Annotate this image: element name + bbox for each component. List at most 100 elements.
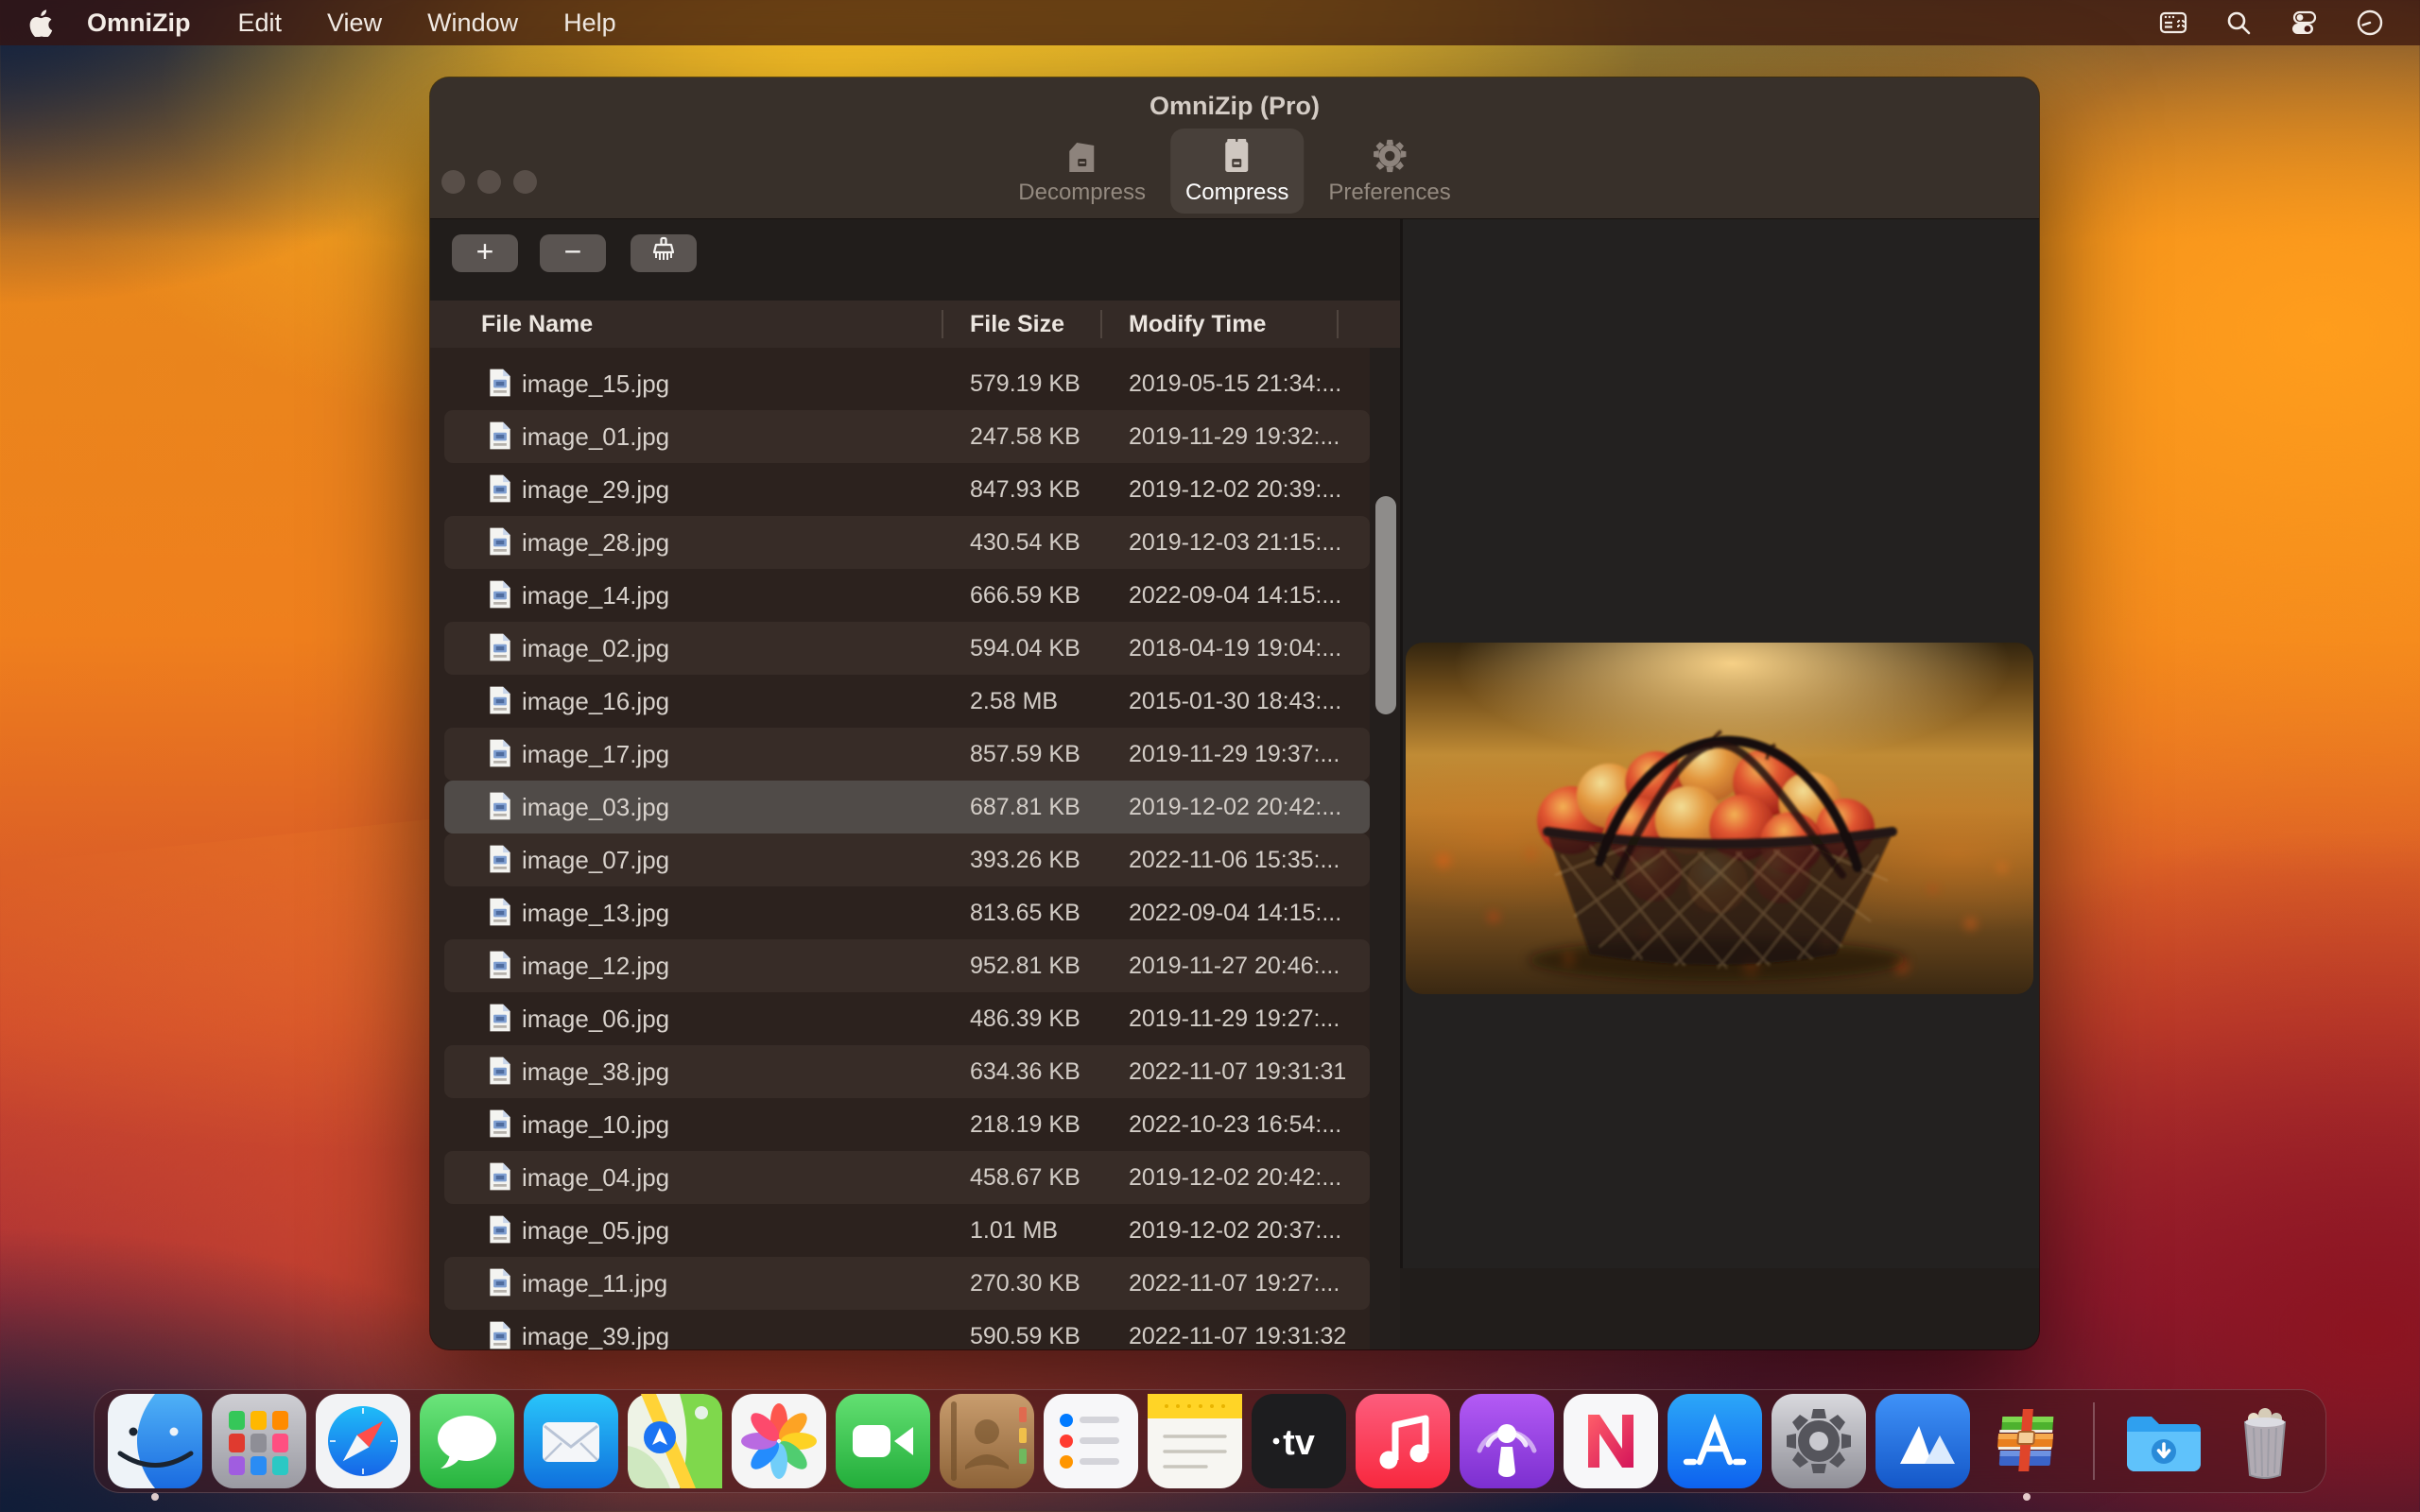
tab-compress[interactable]: Compress xyxy=(1170,129,1304,214)
search-icon[interactable] xyxy=(2225,9,2252,36)
tab-label: Decompress xyxy=(1018,180,1146,206)
dock-icon-photos[interactable] xyxy=(732,1394,826,1488)
file-row[interactable]: image_01.jpg247.58 KB2019-11-29 19:32:..… xyxy=(444,410,1370,463)
clear-list-button[interactable] xyxy=(631,234,697,272)
file-name: image_04.jpg xyxy=(522,1151,669,1204)
brush-icon xyxy=(648,235,679,272)
menu-item-omnizip[interactable]: OmniZip xyxy=(62,9,216,38)
apple-menu-icon[interactable] xyxy=(28,9,53,37)
toolbar-tabs: Decompress Compress Preferences xyxy=(1003,129,1465,214)
menu-item-view[interactable]: View xyxy=(304,9,405,38)
file-size: 590.59 KB xyxy=(970,1310,1080,1349)
jpeg-file-icon xyxy=(488,1214,512,1245)
column-divider[interactable] xyxy=(1337,310,1339,338)
jpeg-file-icon xyxy=(488,632,512,662)
dock-icon-news[interactable] xyxy=(1564,1394,1658,1488)
jpeg-file-icon xyxy=(488,897,512,927)
zoom-button[interactable] xyxy=(513,170,537,194)
dock-icon-reminders[interactable] xyxy=(1044,1394,1138,1488)
tab-preferences[interactable]: Preferences xyxy=(1313,129,1465,214)
dock-icon-settings[interactable] xyxy=(1772,1394,1866,1488)
window-switcher-icon[interactable] xyxy=(2159,9,2187,36)
column-header-file-size[interactable]: File Size xyxy=(970,311,1064,338)
file-row[interactable]: image_12.jpg952.81 KB2019-11-27 20:46:..… xyxy=(444,939,1370,992)
dock-icon-podcasts[interactable] xyxy=(1460,1394,1554,1488)
dock-icon-music[interactable] xyxy=(1356,1394,1450,1488)
jpeg-file-icon xyxy=(488,1108,512,1139)
file-name: image_14.jpg xyxy=(522,569,669,622)
file-row[interactable]: image_05.jpg1.01 MB2019-12-02 20:37:... xyxy=(444,1204,1370,1257)
file-row[interactable]: image_11.jpg270.30 KB2022-11-07 19:27:..… xyxy=(444,1257,1370,1310)
file-modify-time: 2019-11-29 19:37:... xyxy=(1129,728,1340,781)
dock-icon-downloads[interactable] xyxy=(2114,1394,2208,1488)
file-size: 687.81 KB xyxy=(970,781,1080,833)
file-name: image_38.jpg xyxy=(522,1045,669,1098)
file-row[interactable]: image_06.jpg486.39 KB2019-11-29 19:27:..… xyxy=(444,992,1370,1045)
file-row[interactable]: image_16.jpg2.58 MB2015-01-30 18:43:... xyxy=(444,675,1370,728)
scrollbar-thumb[interactable] xyxy=(1375,496,1396,714)
file-size: 458.67 KB xyxy=(970,1151,1080,1204)
tab-decompress[interactable]: Decompress xyxy=(1003,129,1161,214)
dock-icon-mountain[interactable] xyxy=(1876,1394,1970,1488)
file-row[interactable]: image_29.jpg847.93 KB2019-12-02 20:39:..… xyxy=(444,463,1370,516)
jpeg-file-icon xyxy=(488,473,512,504)
add-files-button[interactable]: + xyxy=(452,234,518,272)
column-divider[interactable] xyxy=(1100,310,1102,338)
dock-icon-mail[interactable] xyxy=(524,1394,618,1488)
close-button[interactable] xyxy=(441,170,465,194)
file-size: 2.58 MB xyxy=(970,675,1058,728)
file-row[interactable]: image_10.jpg218.19 KB2022-10-23 16:54:..… xyxy=(444,1098,1370,1151)
file-row[interactable]: image_04.jpg458.67 KB2019-12-02 20:42:..… xyxy=(444,1151,1370,1204)
dock-icon-safari[interactable] xyxy=(316,1394,410,1488)
clock-icon[interactable] xyxy=(2356,9,2384,37)
minimize-button[interactable] xyxy=(477,170,501,194)
file-modify-time: 2022-09-04 14:15:... xyxy=(1129,569,1341,622)
tab-label: Compress xyxy=(1185,180,1288,206)
jpeg-file-icon xyxy=(488,1161,512,1192)
decompress-archive-icon xyxy=(1062,136,1103,176)
file-row[interactable]: image_13.jpg813.65 KB2022-09-04 14:15:..… xyxy=(444,886,1370,939)
dock-icon-messages[interactable] xyxy=(420,1394,514,1488)
menu-item-help[interactable]: Help xyxy=(541,9,639,38)
dock-separator xyxy=(2093,1402,2095,1480)
dock-icon-tv[interactable]: tv xyxy=(1252,1394,1346,1488)
traffic-lights xyxy=(441,170,537,194)
dock-icon-appstore[interactable] xyxy=(1668,1394,1762,1488)
dock-icon-maps[interactable] xyxy=(628,1394,722,1488)
file-row[interactable]: image_14.jpg666.59 KB2022-09-04 14:15:..… xyxy=(444,569,1370,622)
file-row[interactable]: image_39.jpg590.59 KB2022-11-07 19:31:32 xyxy=(444,1310,1370,1349)
dock-icon-notes[interactable] xyxy=(1148,1394,1242,1488)
jpeg-file-icon xyxy=(488,1267,512,1297)
file-name: image_28.jpg xyxy=(522,516,669,569)
dock-icon-launchpad[interactable] xyxy=(212,1394,306,1488)
menu-item-edit[interactable]: Edit xyxy=(216,9,305,38)
column-header-modify-time[interactable]: Modify Time xyxy=(1129,311,1266,338)
jpeg-file-icon xyxy=(488,950,512,980)
dock-icon-facetime[interactable] xyxy=(836,1394,930,1488)
file-row[interactable]: image_02.jpg594.04 KB2018-04-19 19:04:..… xyxy=(444,622,1370,675)
file-size: 594.04 KB xyxy=(970,622,1080,675)
file-row[interactable]: image_03.jpg687.81 KB2019-12-02 20:42:..… xyxy=(444,781,1370,833)
dock-icon-trash[interactable] xyxy=(2218,1394,2312,1488)
file-modify-time: 2022-11-07 19:31:32 xyxy=(1129,1310,1346,1349)
file-modify-time: 2022-11-06 15:35:... xyxy=(1129,833,1340,886)
file-row[interactable]: image_15.jpg579.19 KB2019-05-15 21:34:..… xyxy=(444,357,1370,410)
window-title: OmniZip (Pro) xyxy=(430,92,2039,121)
dock-icon-finder[interactable] xyxy=(108,1394,202,1488)
file-row[interactable]: image_17.jpg857.59 KB2019-11-29 19:37:..… xyxy=(444,728,1370,781)
column-divider[interactable] xyxy=(942,310,943,338)
file-size: 813.65 KB xyxy=(970,886,1080,939)
file-row[interactable]: image_07.jpg393.26 KB2022-11-06 15:35:..… xyxy=(444,833,1370,886)
remove-files-button[interactable]: − xyxy=(540,234,606,272)
menu-item-window[interactable]: Window xyxy=(405,9,541,38)
file-modify-time: 2018-04-19 19:04:... xyxy=(1129,622,1341,675)
file-list-pane: File Name File Size Modify Time image_15… xyxy=(430,301,1400,1349)
control-center-icon[interactable] xyxy=(2290,9,2318,36)
dock-icon-contacts[interactable] xyxy=(940,1394,1034,1488)
jpeg-file-icon xyxy=(488,685,512,715)
file-row[interactable]: image_38.jpg634.36 KB2022-11-07 19:31:31 xyxy=(444,1045,1370,1098)
file-row[interactable]: image_28.jpg430.54 KB2019-12-03 21:15:..… xyxy=(444,516,1370,569)
file-size: 579.19 KB xyxy=(970,357,1080,410)
column-header-file-name[interactable]: File Name xyxy=(481,311,593,338)
dock-icon-omnizip[interactable] xyxy=(1979,1394,2074,1488)
